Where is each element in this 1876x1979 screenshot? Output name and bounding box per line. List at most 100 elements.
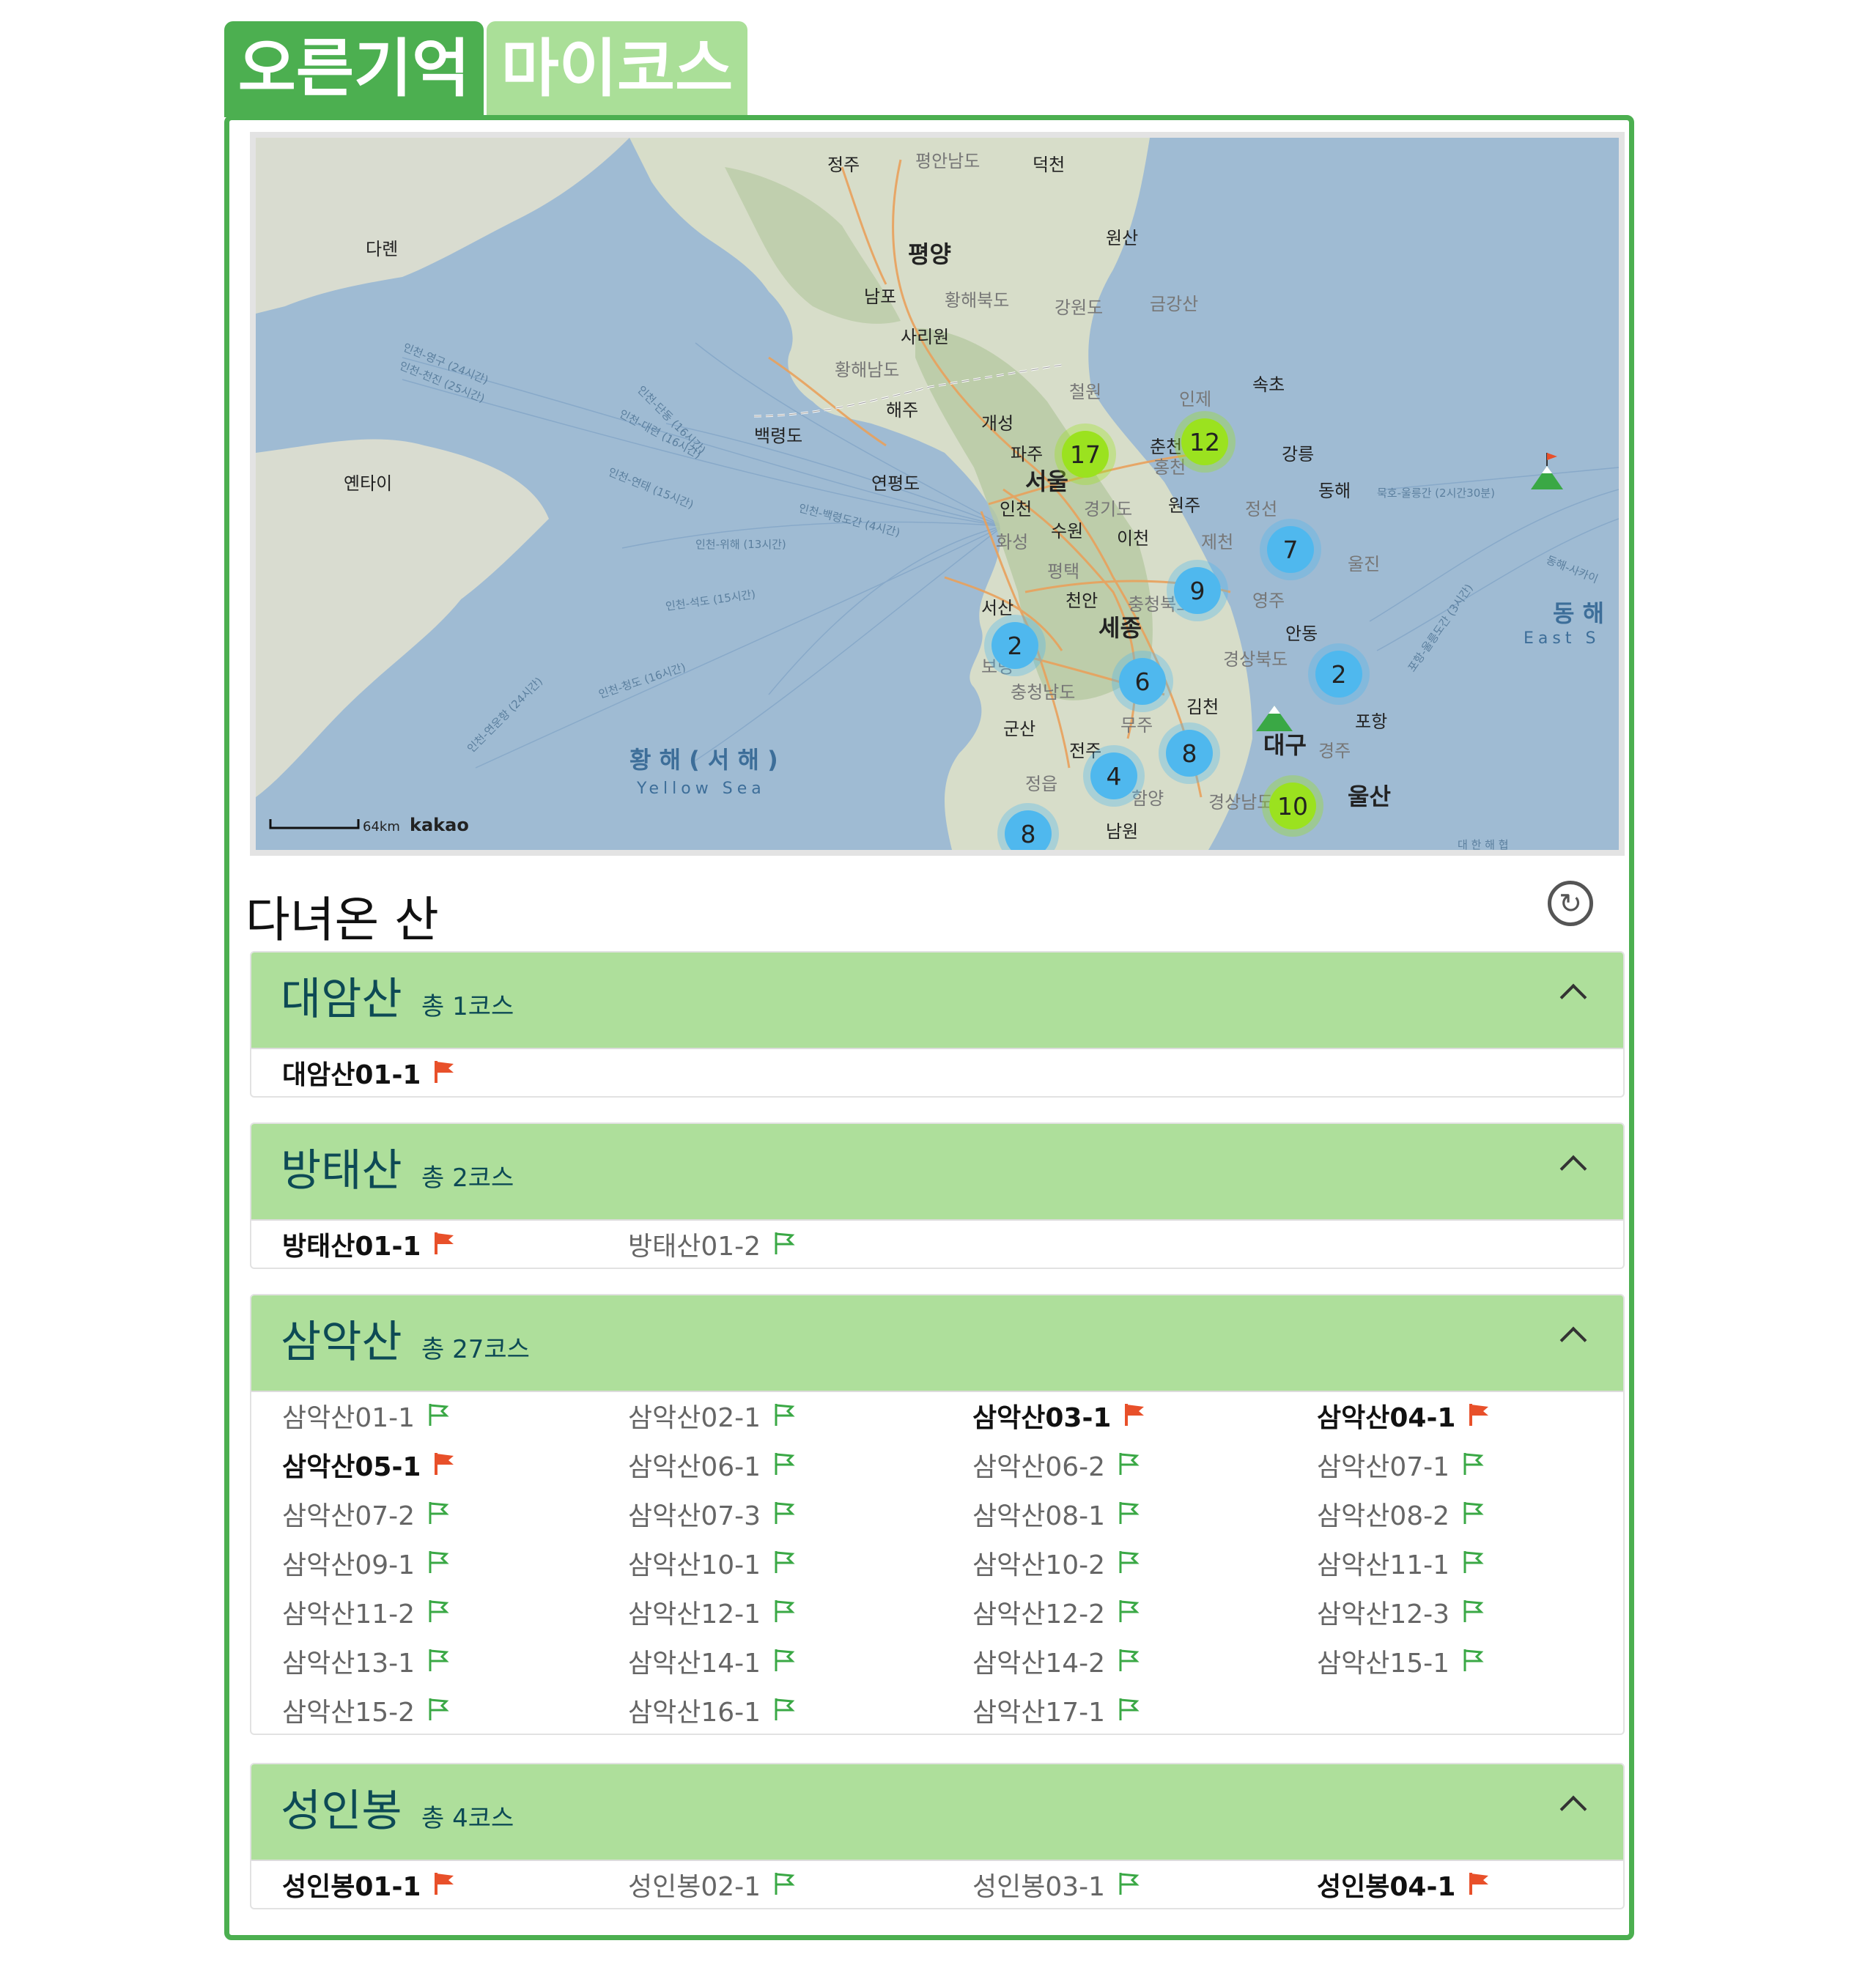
course-item[interactable]: 삼악산14-2 — [972, 1642, 1140, 1686]
tab-climbing-memory[interactable]: 오른기억 — [224, 21, 484, 117]
flag-outline-icon — [428, 1545, 450, 1588]
svg-text:강릉: 강릉 — [1282, 444, 1314, 465]
svg-text:정주: 정주 — [827, 155, 860, 175]
course-item[interactable]: 삼악산01-1 — [282, 1397, 450, 1440]
course-label: 삼악산14-1 — [628, 1649, 761, 1679]
course-label: 방태산01-1 — [282, 1232, 421, 1262]
mountain-card-header[interactable]: 방태산 총 2코스 — [251, 1124, 1623, 1221]
cluster-marker[interactable]: 9 — [1167, 560, 1228, 621]
course-item[interactable]: 삼악산15-1 — [1317, 1642, 1485, 1686]
course-item[interactable]: 삼악산15-2 — [282, 1691, 450, 1734]
course-label: 삼악산07-1 — [1317, 1452, 1450, 1482]
cluster-marker[interactable]: 2 — [1308, 643, 1370, 705]
mountain-card-header[interactable]: 삼악산 총 27코스 — [251, 1295, 1623, 1392]
course-item[interactable]: 삼악산17-1 — [972, 1691, 1140, 1734]
course-label: 대암산01-1 — [282, 1060, 421, 1090]
chevron-up-icon[interactable] — [1559, 1155, 1587, 1183]
svg-text:인제: 인제 — [1179, 389, 1211, 410]
course-label: 삼악산15-2 — [282, 1698, 416, 1728]
svg-text:인천-위해 (13시간): 인천-위해 (13시간) — [695, 538, 786, 551]
svg-text:4: 4 — [1107, 762, 1122, 791]
svg-text:대 한 해 협: 대 한 해 협 — [1458, 838, 1509, 850]
course-label: 삼악산12-2 — [972, 1599, 1106, 1630]
course-item[interactable]: 삼악산07-3 — [628, 1495, 796, 1539]
cluster-marker[interactable]: 4 — [1083, 745, 1145, 807]
cluster-marker[interactable]: 7 — [1260, 519, 1321, 580]
flag-outline-icon — [774, 1643, 796, 1687]
cluster-marker[interactable]: 10 — [1262, 775, 1323, 837]
svg-text:정선: 정선 — [1245, 499, 1277, 519]
course-item[interactable]: 방태산01-1 — [282, 1225, 456, 1268]
course-item[interactable]: 성인봉01-1 — [282, 1865, 456, 1908]
course-item[interactable]: 삼악산03-1 — [972, 1397, 1146, 1440]
course-label: 성인봉01-1 — [282, 1872, 421, 1902]
flag-outline-icon — [1118, 1594, 1140, 1638]
course-item[interactable]: 삼악산11-1 — [1317, 1544, 1485, 1588]
chevron-up-icon[interactable] — [1559, 983, 1587, 1011]
course-item[interactable]: 성인봉02-1 — [628, 1865, 796, 1908]
course-item[interactable]: 성인봉04-1 — [1317, 1865, 1491, 1908]
flag-outline-icon — [1118, 1545, 1140, 1588]
flag-outline-icon — [428, 1397, 450, 1441]
visited-mountains-title: 다녀온 산 — [245, 892, 439, 948]
course-item[interactable]: 삼악산14-1 — [628, 1642, 796, 1686]
course-item[interactable]: 삼악산10-2 — [972, 1544, 1140, 1588]
course-label: 삼악산14-2 — [972, 1649, 1106, 1679]
course-item[interactable]: 삼악산06-2 — [972, 1446, 1140, 1490]
course-item[interactable]: 성인봉03-1 — [972, 1865, 1140, 1908]
mountain-card-header[interactable]: 대암산 총 1코스 — [251, 952, 1623, 1049]
tab-my-course[interactable]: 마이코스 — [487, 21, 747, 117]
cluster-marker[interactable]: 2 — [984, 615, 1046, 676]
refresh-icon[interactable]: ↻ — [1548, 881, 1593, 926]
course-item[interactable]: 삼악산06-1 — [628, 1446, 796, 1490]
course-item[interactable]: 삼악산10-1 — [628, 1544, 796, 1588]
cluster-marker[interactable]: 17 — [1055, 423, 1116, 485]
svg-text:동해: 동해 — [1318, 481, 1351, 501]
chevron-up-icon[interactable] — [1559, 1795, 1587, 1823]
course-item[interactable]: 방태산01-2 — [628, 1225, 796, 1268]
course-item[interactable]: 삼악산12-3 — [1317, 1593, 1485, 1637]
course-item[interactable]: 삼악산12-2 — [972, 1593, 1140, 1637]
svg-text:덕천: 덕천 — [1033, 155, 1065, 175]
course-label: 삼악산15-1 — [1317, 1649, 1450, 1679]
course-item[interactable]: 삼악산13-1 — [282, 1642, 450, 1686]
course-label: 삼악산05-1 — [282, 1452, 421, 1482]
course-item[interactable]: 삼악산07-1 — [1317, 1446, 1485, 1490]
chevron-up-icon[interactable] — [1559, 1326, 1587, 1354]
course-item[interactable]: 삼악산12-1 — [628, 1593, 796, 1637]
course-item[interactable]: 삼악산16-1 — [628, 1691, 796, 1734]
svg-text:김천: 김천 — [1186, 697, 1219, 717]
svg-text:7: 7 — [1283, 536, 1299, 564]
course-item[interactable]: 삼악산08-2 — [1317, 1495, 1485, 1539]
course-item[interactable]: 삼악산05-1 — [282, 1446, 456, 1490]
course-item[interactable]: 대암산01-1 — [282, 1054, 456, 1096]
map-canvas[interactable]: 정주 평안남도 덕천 원산 평양 다롄 남포 황해북도 강원도 금강산 사리원 … — [256, 138, 1619, 850]
cluster-marker[interactable]: 6 — [1112, 651, 1173, 712]
cluster-marker[interactable]: 12 — [1174, 411, 1236, 473]
course-label: 삼악산07-3 — [628, 1501, 761, 1531]
course-label: 성인봉04-1 — [1317, 1872, 1456, 1902]
flag-outline-icon — [774, 1866, 796, 1908]
svg-text:2: 2 — [1332, 660, 1347, 689]
svg-text:화성: 화성 — [996, 532, 1028, 552]
svg-text:남원: 남원 — [1106, 821, 1138, 842]
svg-text:정읍: 정읍 — [1025, 774, 1057, 794]
cluster-marker[interactable]: 8 — [1159, 722, 1220, 784]
svg-text:2: 2 — [1008, 632, 1023, 660]
course-item[interactable]: 삼악산11-2 — [282, 1593, 450, 1637]
svg-text:속초: 속초 — [1252, 374, 1285, 395]
course-item[interactable]: 삼악산04-1 — [1317, 1397, 1491, 1440]
course-item[interactable]: 삼악산07-2 — [282, 1495, 450, 1539]
flag-outline-icon — [1463, 1643, 1485, 1687]
svg-text:연평도: 연평도 — [871, 473, 920, 494]
course-item[interactable]: 삼악산09-1 — [282, 1544, 450, 1588]
flag-outline-icon — [774, 1226, 796, 1268]
course-label: 삼악산10-1 — [628, 1550, 761, 1580]
map-view[interactable]: 정주 평안남도 덕천 원산 평양 다롄 남포 황해북도 강원도 금강산 사리원 … — [250, 132, 1625, 856]
flag-outline-icon — [1118, 1495, 1140, 1539]
course-item[interactable]: 삼악산02-1 — [628, 1397, 796, 1440]
svg-text:울산: 울산 — [1348, 783, 1391, 810]
mountain-card-header[interactable]: 성인봉 총 4코스 — [251, 1764, 1623, 1861]
course-item[interactable]: 삼악산08-1 — [972, 1495, 1140, 1539]
svg-text:묵호-울릉간 (2시간30분): 묵호-울릉간 (2시간30분) — [1377, 487, 1495, 500]
